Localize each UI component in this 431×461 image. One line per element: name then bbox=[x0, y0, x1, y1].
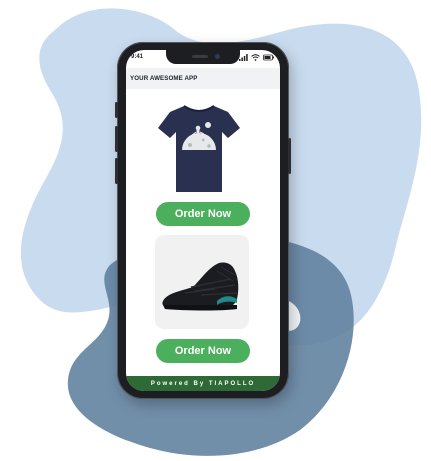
speaker-grille bbox=[192, 55, 208, 58]
status-icons bbox=[239, 54, 274, 61]
signal-icon bbox=[239, 54, 248, 61]
tshirt-image[interactable] bbox=[156, 98, 242, 194]
phone-volume-up bbox=[115, 126, 118, 152]
phone-side-button bbox=[115, 102, 118, 118]
phone-screen: 9:41 YOUR AWESOME APP Order Now Order No… bbox=[126, 50, 280, 391]
powered-by-footer: Powered By TIAPOLLO bbox=[126, 376, 280, 391]
phone-frame: 9:41 YOUR AWESOME APP Order Now Order No… bbox=[115, 42, 291, 399]
sneaker-card[interactable] bbox=[155, 235, 249, 329]
sneaker-image bbox=[162, 262, 239, 311]
order-now-button-tshirt[interactable]: Order Now bbox=[156, 202, 250, 226]
app-title: YOUR AWESOME APP bbox=[130, 75, 198, 82]
phone-notch bbox=[166, 50, 240, 64]
battery-icon bbox=[263, 54, 274, 61]
status-time: 9:41 bbox=[131, 54, 144, 60]
order-now-button-sneaker[interactable]: Order Now bbox=[156, 339, 250, 363]
wifi-icon bbox=[251, 54, 260, 61]
app-header: YOUR AWESOME APP bbox=[126, 68, 280, 89]
front-camera bbox=[215, 54, 220, 59]
phone-volume-down bbox=[115, 158, 118, 184]
phone-power-button bbox=[288, 138, 291, 174]
